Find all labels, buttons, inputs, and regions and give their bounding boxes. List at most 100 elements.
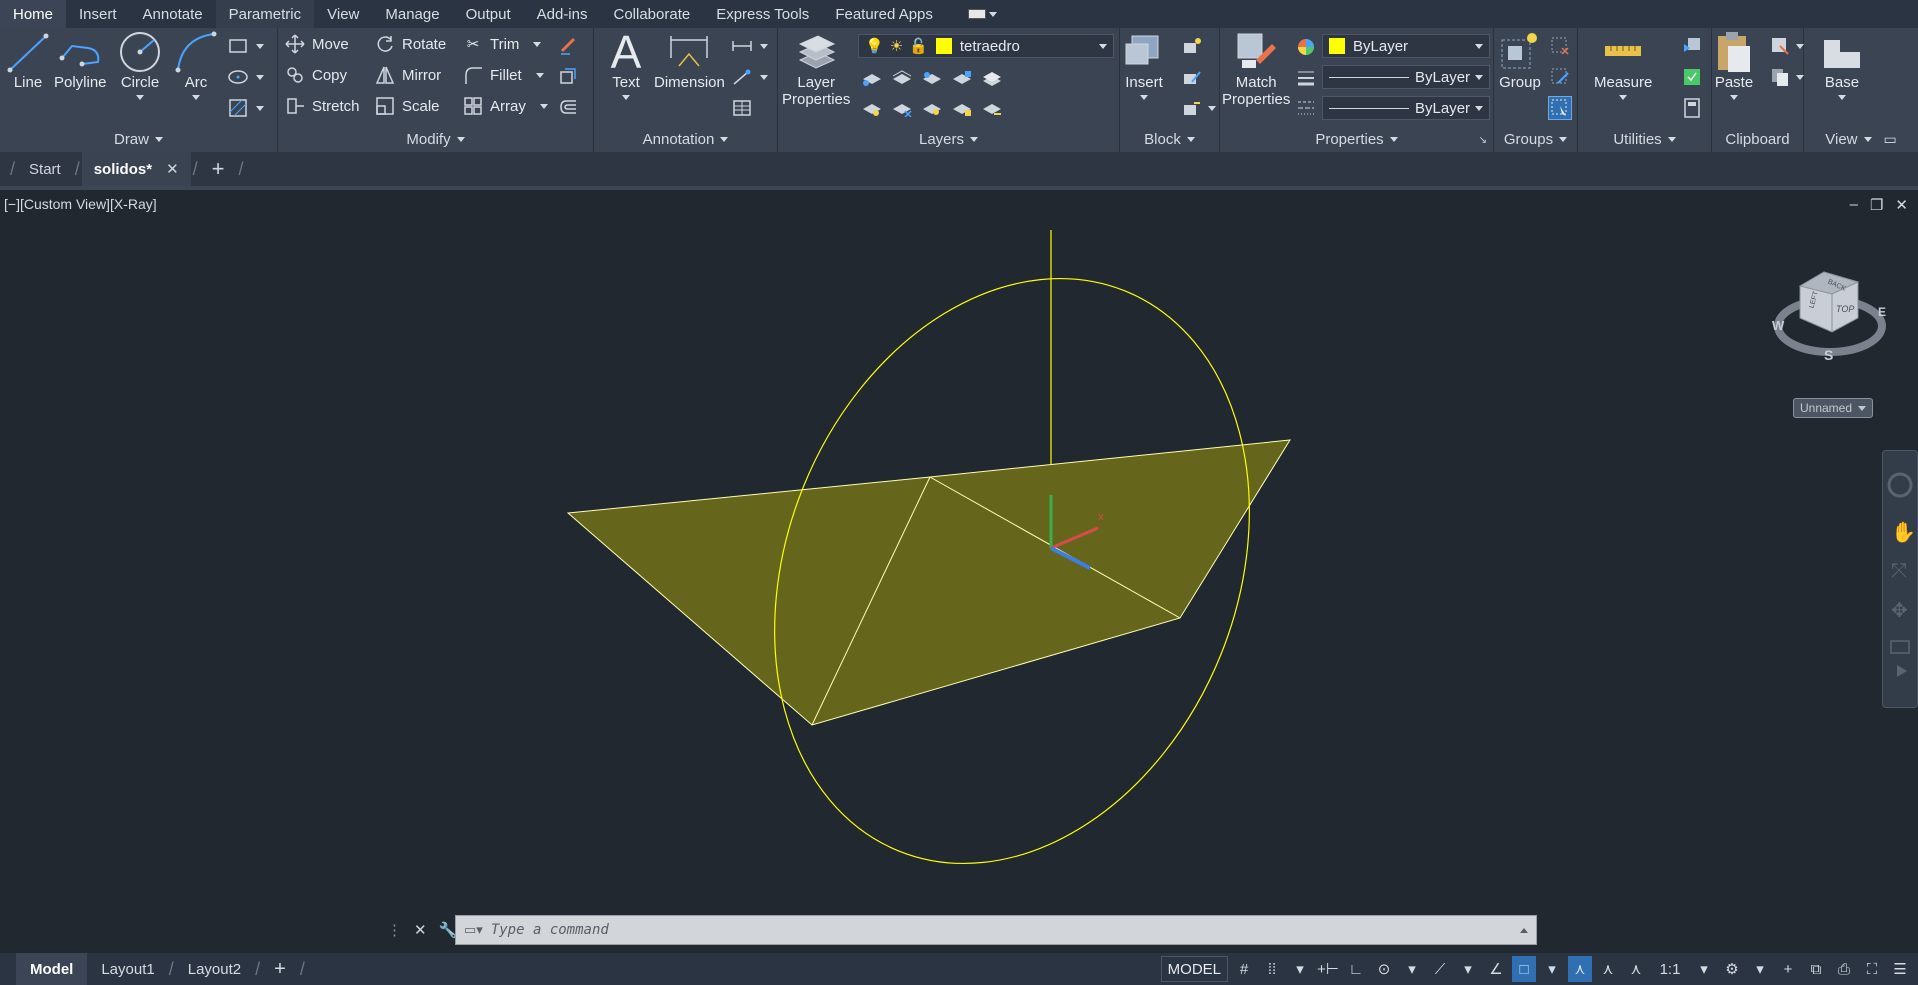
leader-icon[interactable]	[730, 65, 754, 89]
layer-tool-9-icon[interactable]	[950, 96, 974, 120]
chevron-down-icon[interactable]	[1208, 106, 1216, 111]
layout-tab-layout2[interactable]: Layout2	[174, 953, 255, 985]
layer-properties-button[interactable]: Layer Properties	[782, 30, 850, 108]
layer-tool-5-icon[interactable]	[980, 66, 1004, 90]
chevron-down-icon[interactable]: ▾	[1540, 956, 1564, 982]
orbit-icon[interactable]: ✥	[1891, 598, 1908, 622]
auto-scale-icon[interactable]: ⋏	[1596, 956, 1620, 982]
menu-icon[interactable]: ☰	[1888, 956, 1912, 982]
dynamic-input-icon[interactable]: +⊢	[1316, 956, 1340, 982]
chevron-down-icon[interactable]: ▾	[1456, 956, 1480, 982]
compass-west-label[interactable]: W	[1772, 318, 1785, 333]
layer-tool-7-icon[interactable]	[890, 96, 914, 120]
group-edit-icon[interactable]	[1548, 65, 1572, 89]
mirror-button[interactable]: Mirror	[374, 62, 441, 88]
viewcube-icon[interactable]: TOP LEFT BACK W E S	[1770, 260, 1890, 370]
explode-icon[interactable]	[556, 64, 580, 88]
panel-title-annotation[interactable]: Annotation	[594, 128, 777, 150]
layer-dropdown[interactable]: 💡 ☀ 🔓 tetraedro	[858, 34, 1114, 58]
panel-title-block[interactable]: Block	[1120, 128, 1219, 150]
new-tab-plus-icon[interactable]: +	[200, 152, 237, 186]
chevron-down-icon[interactable]	[760, 44, 768, 49]
cut-icon[interactable]	[1768, 34, 1792, 58]
color-wheel-icon[interactable]	[1294, 35, 1318, 59]
panel-title-view[interactable]: View ▭	[1804, 128, 1918, 150]
lineweight-icon[interactable]	[1294, 66, 1318, 90]
tab-insert[interactable]: Insert	[66, 0, 130, 28]
tab-home[interactable]: Home	[0, 0, 67, 28]
measure-button[interactable]: Measure	[1594, 30, 1652, 100]
layer-tool-3-icon[interactable]	[920, 66, 944, 90]
chevron-down-icon[interactable]	[1796, 44, 1804, 49]
command-input[interactable]: ▭▾ Type a command	[455, 915, 1537, 945]
isolate-objects-icon[interactable]: ⧉	[1804, 956, 1828, 982]
annotation-scale-value[interactable]: 1:1	[1652, 956, 1688, 982]
annotation-visibility-icon[interactable]: ⋏	[1568, 956, 1592, 982]
panel-title-modify[interactable]: Modify	[278, 128, 593, 150]
layout-tab-model[interactable]: Model	[16, 953, 88, 985]
insert-button[interactable]: Insert	[1122, 30, 1166, 100]
ucs-menu-button[interactable]: Unnamed	[1793, 398, 1873, 418]
compass-east-label[interactable]: E	[1878, 305, 1886, 319]
rotate-button[interactable]: Rotate	[374, 31, 446, 57]
create-block-icon[interactable]	[1180, 34, 1204, 58]
chevron-down-icon[interactable]	[256, 44, 264, 49]
tab-start[interactable]: Start	[17, 152, 73, 186]
tab-add-ins[interactable]: Add-ins	[524, 0, 601, 28]
trim-button[interactable]: ✂ Trim	[462, 31, 542, 57]
pan-hand-icon[interactable]: ✋	[1891, 520, 1916, 544]
edit-block-icon[interactable]	[1180, 65, 1204, 89]
isometric-icon[interactable]: ⟋	[1428, 956, 1452, 982]
annotation-scale-icon[interactable]: ⋏	[1624, 956, 1648, 982]
panel-title-draw[interactable]: Draw	[0, 128, 277, 150]
chevron-down-icon[interactable]	[1796, 75, 1804, 80]
layer-tool-1-icon[interactable]	[860, 66, 884, 90]
lineweight-dropdown[interactable]: ByLayer	[1322, 65, 1490, 89]
linear-dimension-icon[interactable]	[730, 34, 754, 58]
compass-south-label[interactable]: S	[1824, 347, 1833, 363]
drawing-viewport[interactable]: [−][Custom View][X-Ray] – ❐ ✕ x TOP LEFT…	[0, 190, 1918, 945]
group-button[interactable]: Group	[1498, 30, 1542, 91]
ribbon-minimize-toggle[interactable]	[967, 9, 997, 19]
model-space-canvas[interactable]: x	[0, 190, 1918, 945]
gear-icon[interactable]: ⚙	[1720, 956, 1744, 982]
arc-button[interactable]: Arc	[174, 30, 218, 100]
table-icon[interactable]	[730, 96, 754, 120]
plus-icon[interactable]: +	[1776, 956, 1800, 982]
ellipse-icon[interactable]	[226, 65, 250, 89]
layer-tool-10-icon[interactable]	[980, 96, 1004, 120]
chevron-down-icon[interactable]	[256, 106, 264, 111]
paste-button[interactable]: Paste	[1712, 30, 1756, 100]
printer-icon[interactable]: ⎙	[1832, 956, 1856, 982]
array-button[interactable]: Array	[462, 93, 548, 119]
model-space-button[interactable]: MODEL	[1160, 956, 1228, 982]
polyline-button[interactable]: Polyline	[54, 30, 107, 91]
chevron-down-icon[interactable]	[760, 75, 768, 80]
play-icon[interactable]	[1897, 665, 1907, 677]
dialog-launcher-icon[interactable]: ↘	[1479, 135, 1487, 146]
copy-button[interactable]: Copy	[284, 62, 347, 88]
panel-title-utilities[interactable]: Utilities	[1578, 128, 1711, 150]
polar-tracking-icon[interactable]: ⊙	[1372, 956, 1396, 982]
layer-tool-2-icon[interactable]	[890, 66, 914, 90]
tab-parametric[interactable]: Parametric	[215, 0, 315, 28]
steering-wheel-icon[interactable]	[1887, 472, 1913, 498]
chevron-down-icon[interactable]	[256, 75, 264, 80]
chevron-down-icon[interactable]: ▾	[1748, 956, 1772, 982]
tab-view[interactable]: View	[314, 0, 372, 28]
dimension-button[interactable]: Dimension	[654, 30, 725, 91]
fullscreen-icon[interactable]: ⛶	[1860, 956, 1884, 982]
tab-drawing-solidos[interactable]: solidos* ✕	[81, 152, 191, 186]
group-selection-icon[interactable]	[1548, 96, 1572, 120]
quick-select-icon[interactable]	[1680, 34, 1704, 58]
drag-handle-icon[interactable]: ⋮	[387, 921, 402, 939]
block-attributes-icon[interactable]	[1180, 96, 1204, 120]
grid-icon[interactable]: #	[1232, 956, 1256, 982]
match-properties-button[interactable]: Match Properties	[1222, 30, 1290, 108]
panel-title-properties[interactable]: Properties	[1220, 128, 1493, 150]
ortho-icon[interactable]: ∟	[1344, 956, 1368, 982]
line-button[interactable]: Line	[6, 30, 50, 91]
layer-tool-6-icon[interactable]	[860, 96, 884, 120]
chevron-down-icon[interactable]: ▾	[1288, 956, 1312, 982]
add-layout-plus-icon[interactable]: +	[260, 953, 300, 985]
